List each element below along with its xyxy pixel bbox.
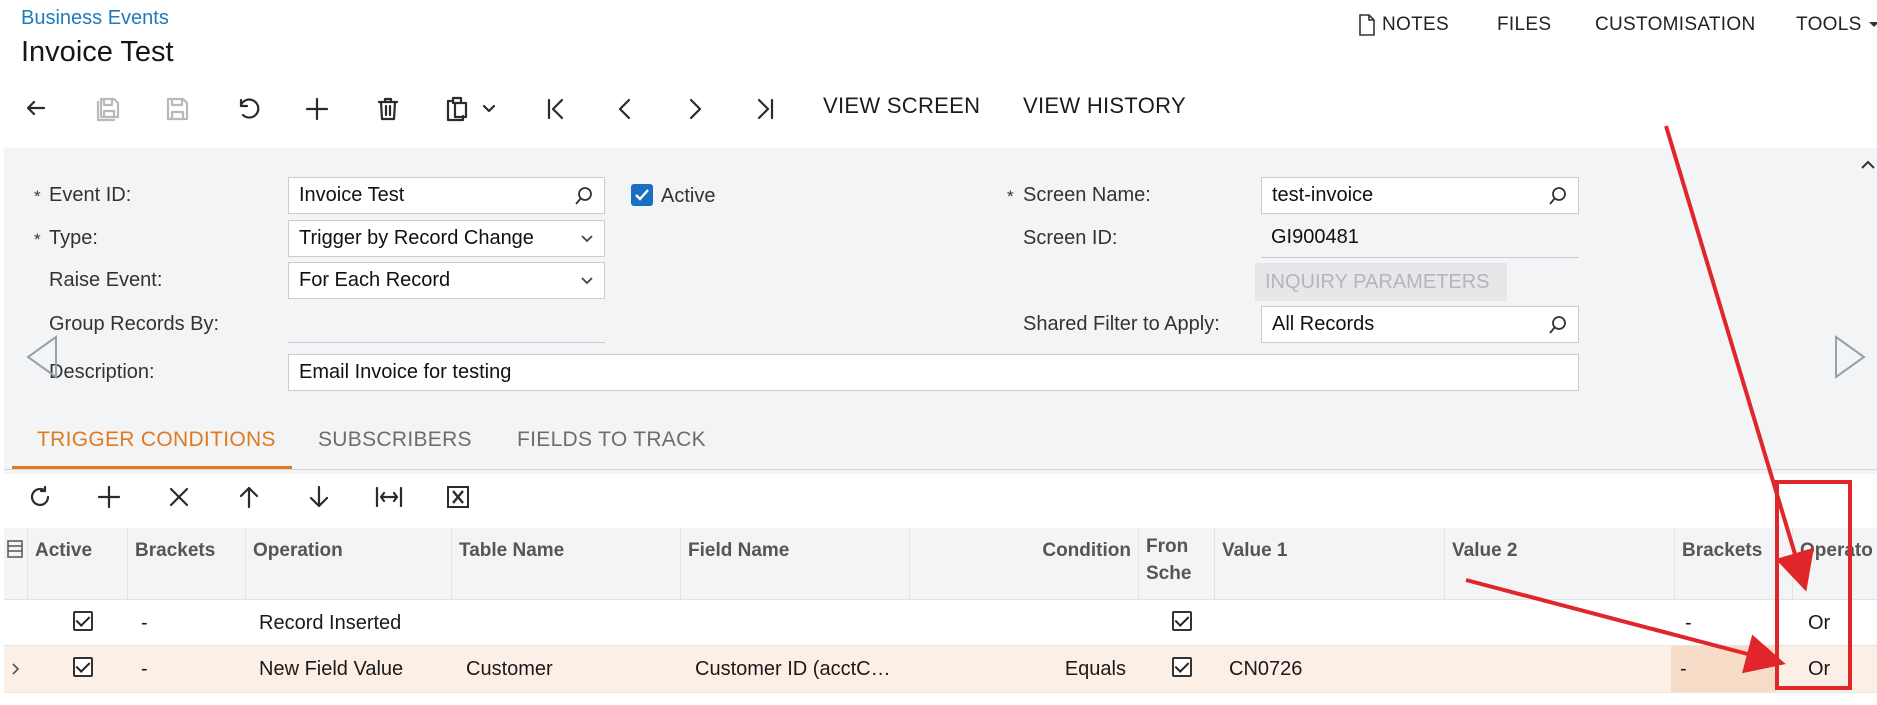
annotation-arrow [1664, 125, 1814, 592]
annotation-box [1775, 480, 1852, 690]
annotation-overlay [1465, 125, 1852, 690]
annotation-arrow [1465, 578, 1786, 674]
